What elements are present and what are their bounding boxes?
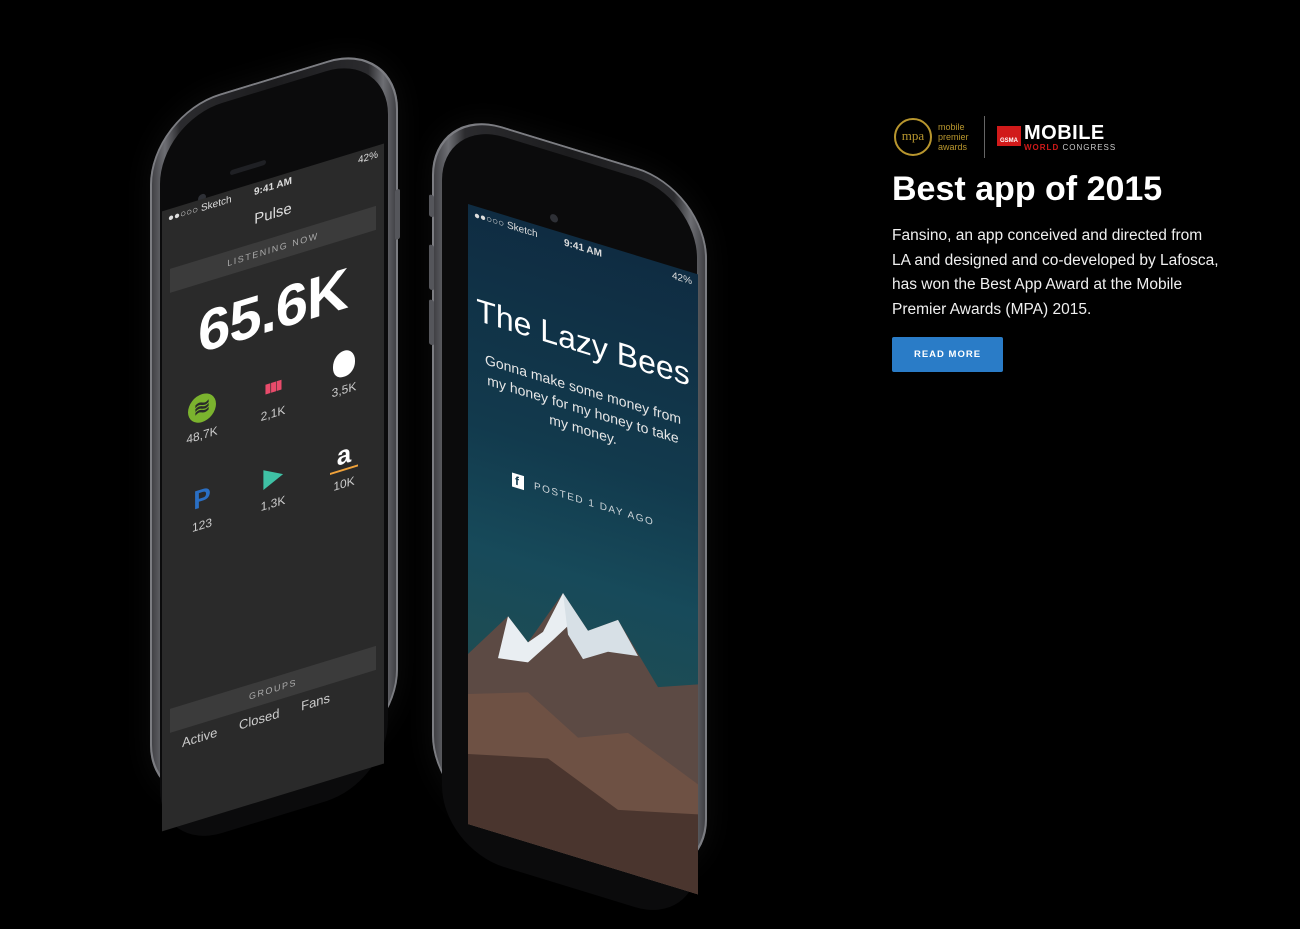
service-value: 3,5K <box>331 378 357 401</box>
award-description: Fansino, an app conceived and directed f… <box>892 227 1219 318</box>
volume-up-button <box>429 244 434 291</box>
service-apple[interactable]: 3,5K <box>309 340 379 407</box>
battery-label: 42% <box>671 270 692 288</box>
read-more-button[interactable]: READ MORE <box>892 337 1003 372</box>
mpa-wordmark: mobile premier awards <box>938 122 969 152</box>
service-value: 2,1K <box>260 402 286 425</box>
google-play-icon: ▶ <box>263 459 283 493</box>
service-amazon[interactable]: a 10K <box>309 430 379 501</box>
service-value: 123 <box>191 515 213 536</box>
mwc-congress: CONGRESS <box>1059 143 1117 152</box>
amazon-icon: a <box>330 436 358 475</box>
service-spotify[interactable]: ≋ 48,7K <box>167 383 237 452</box>
service-google-play[interactable]: ▶ 1,3K <box>238 452 308 521</box>
tab-active[interactable]: Active <box>182 724 217 750</box>
spotify-icon: ≋ <box>188 389 216 427</box>
service-pandora[interactable]: P 123 <box>167 473 237 542</box>
left-phone: ●●○○○ Sketch 9:41 AM 42% Pulse LISTENING… <box>150 39 400 852</box>
deezer-icon: ▮▮▮ <box>264 376 282 396</box>
service-value: 48,7K <box>186 423 218 447</box>
award-logos: mpa mobile premier awards GSMA MOBILE WO… <box>892 116 1132 158</box>
battery-label: 42% <box>357 149 378 167</box>
mwc-wordmark: MOBILE <box>1024 122 1105 144</box>
headline: Best app of 2015 <box>892 170 1163 208</box>
power-button <box>395 188 400 241</box>
service-value: 10K <box>333 473 355 494</box>
logo-divider <box>984 116 985 158</box>
mpa-word: premier <box>938 132 969 142</box>
gsma-logo: GSMA <box>997 126 1021 146</box>
service-value: 1,3K <box>260 492 286 515</box>
mpa-logo: mpa <box>894 118 932 156</box>
mwc-world: WORLD <box>1024 143 1060 152</box>
facebook-icon: f <box>511 472 524 491</box>
apple-icon <box>333 347 355 381</box>
posted-label: POSTED 1 DAY AGO <box>533 480 655 529</box>
right-phone: ●●○○○ Sketch 9:41 AM 42% The Lazy Bees G… <box>429 105 707 927</box>
mwc-subtitle: WORLD CONGRESS <box>1024 143 1116 152</box>
right-phone-screen: ●●○○○ Sketch 9:41 AM 42% The Lazy Bees G… <box>468 204 698 895</box>
post-meta: f POSTED 1 DAY AGO <box>468 459 698 543</box>
mute-switch <box>429 194 434 218</box>
tab-fans[interactable]: Fans <box>301 690 330 714</box>
mpa-word: awards <box>938 142 968 152</box>
left-phone-screen: ●●○○○ Sketch 9:41 AM 42% Pulse LISTENING… <box>162 143 384 832</box>
volume-down-button <box>429 299 434 346</box>
pandora-icon: P <box>193 480 211 516</box>
mpa-word: mobile <box>938 122 965 132</box>
service-deezer[interactable]: ▮▮▮ 2,1K <box>238 362 308 431</box>
